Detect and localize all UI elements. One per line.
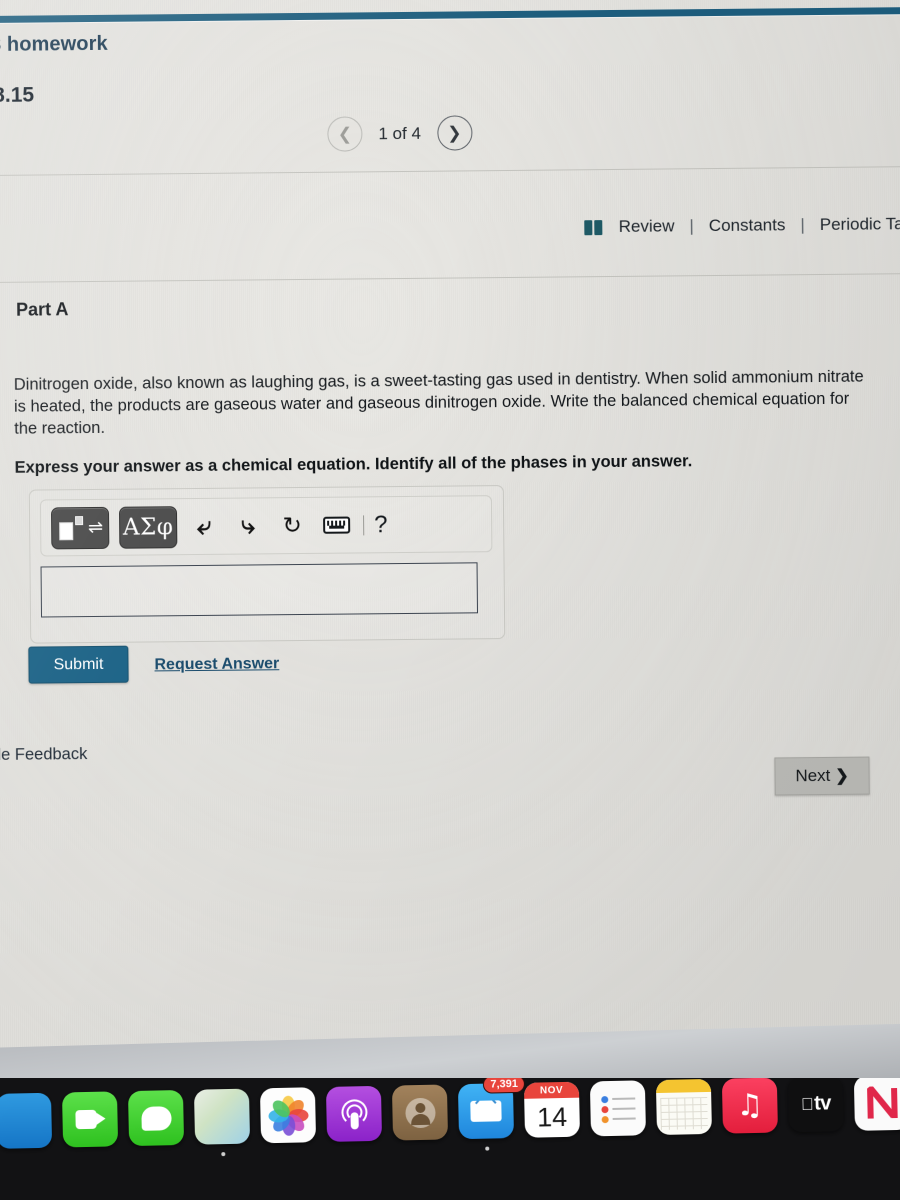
dock-item-tv[interactable]: tv: [787, 1078, 844, 1133]
answer-input[interactable]: [40, 562, 479, 618]
dock-item-mail[interactable]: 7,391: [457, 1078, 526, 1151]
chevron-left-icon: ❮: [337, 124, 353, 144]
problem-title: em 8.15: [0, 83, 35, 108]
submit-button[interactable]: Submit: [28, 645, 129, 684]
keyboard-icon[interactable]: [319, 516, 353, 534]
dock-item-facetime[interactable]: [61, 1091, 119, 1148]
messages-icon: [140, 1105, 172, 1131]
reset-icon[interactable]: ↻: [275, 512, 309, 538]
dock-item-maps[interactable]: [193, 1088, 251, 1157]
reminders-icon: [600, 1094, 636, 1123]
dock-item-messages[interactable]: [127, 1089, 185, 1147]
next-problem-button[interactable]: ❯: [436, 115, 473, 151]
chevron-right-icon: ❯: [447, 123, 462, 143]
macos-dock: 7,391 NOV 14 ♫ tv: [0, 1078, 900, 1200]
dock-item-photos[interactable]: [259, 1087, 317, 1144]
photo-of-laptop-screen: ter 8 homework em 8.15 ❮ 1 of 4 ❯ Review: [0, 0, 900, 1200]
dock-item-news[interactable]: [853, 1078, 900, 1131]
question-prompt: Express your answer as a chemical equati…: [14, 452, 693, 477]
template-equilibrium-icon: ⇌: [57, 514, 103, 540]
calendar-day: 14: [536, 1101, 568, 1133]
photos-icon: [267, 1095, 309, 1136]
apple-tv-icon: tv: [801, 1092, 831, 1115]
podcasts-icon: [340, 1098, 369, 1130]
resource-links: Review | Constants | Periodic Table: [584, 214, 900, 237]
mail-badge: 7,391: [483, 1078, 526, 1094]
dock-item-contacts[interactable]: [391, 1084, 449, 1141]
chevron-right-icon: ❯: [835, 767, 849, 785]
dock-item-calendar[interactable]: NOV 14: [523, 1081, 581, 1138]
running-indicator: [484, 1146, 489, 1151]
problem-pagination: ❮ 1 of 4 ❯: [327, 115, 473, 152]
prev-problem-button[interactable]: ❮: [327, 116, 363, 152]
dock-item-reminders[interactable]: [589, 1080, 647, 1137]
next-button-label: Next: [795, 765, 831, 786]
constants-link[interactable]: Constants: [709, 215, 786, 236]
book-icon: [584, 219, 605, 235]
help-icon[interactable]: ?: [374, 511, 388, 539]
facetime-icon: [75, 1110, 105, 1130]
mastering-chemistry-page: ter 8 homework em 8.15 ❮ 1 of 4 ❯ Review: [0, 0, 900, 1085]
next-button[interactable]: Next ❯: [774, 756, 870, 796]
mail-icon: [470, 1100, 502, 1122]
running-indicator: [220, 1152, 225, 1157]
dock-item-podcasts[interactable]: [325, 1085, 383, 1142]
dock-item-notes[interactable]: [655, 1078, 712, 1136]
divider-top: [0, 166, 900, 176]
question-text: Dinitrogen oxide, also known as laughing…: [13, 367, 864, 438]
notes-icon: [655, 1078, 712, 1094]
part-title: Part A: [15, 299, 69, 320]
redo-icon[interactable]: ⤷: [231, 511, 265, 539]
assignment-title: ter 8 homework: [0, 32, 108, 56]
dock-item-music[interactable]: ♫: [721, 1078, 778, 1134]
contacts-icon: [404, 1097, 436, 1128]
toolbar-divider: [363, 514, 365, 535]
template-button[interactable]: ⇌: [50, 506, 110, 549]
site-top-bar: [0, 7, 900, 23]
greek-letters-button[interactable]: ΑΣφ: [118, 505, 178, 549]
divider-part-a: [0, 273, 900, 283]
review-link[interactable]: Review: [619, 216, 675, 237]
dock-items: 7,391 NOV 14 ♫ tv: [0, 1078, 900, 1180]
undo-icon[interactable]: ⤶: [187, 512, 221, 540]
news-icon: [865, 1085, 900, 1120]
music-note-icon: ♫: [736, 1087, 764, 1123]
laptop-screen: ter 8 homework em 8.15 ❮ 1 of 4 ❯ Review: [0, 0, 900, 1085]
dock-item-finder[interactable]: [0, 1092, 53, 1149]
pagination-label: 1 of 4: [378, 123, 422, 143]
provide-feedback-link[interactable]: rovide Feedback: [0, 745, 87, 765]
periodic-table-link[interactable]: Periodic Table: [820, 214, 900, 235]
link-separator-2: |: [800, 215, 805, 235]
math-editor-toolbar: ⇌ ΑΣφ ⤶ ⤷ ↻ ?: [39, 495, 493, 557]
request-answer-link[interactable]: Request Answer: [154, 655, 279, 674]
link-separator-1: |: [689, 216, 694, 236]
